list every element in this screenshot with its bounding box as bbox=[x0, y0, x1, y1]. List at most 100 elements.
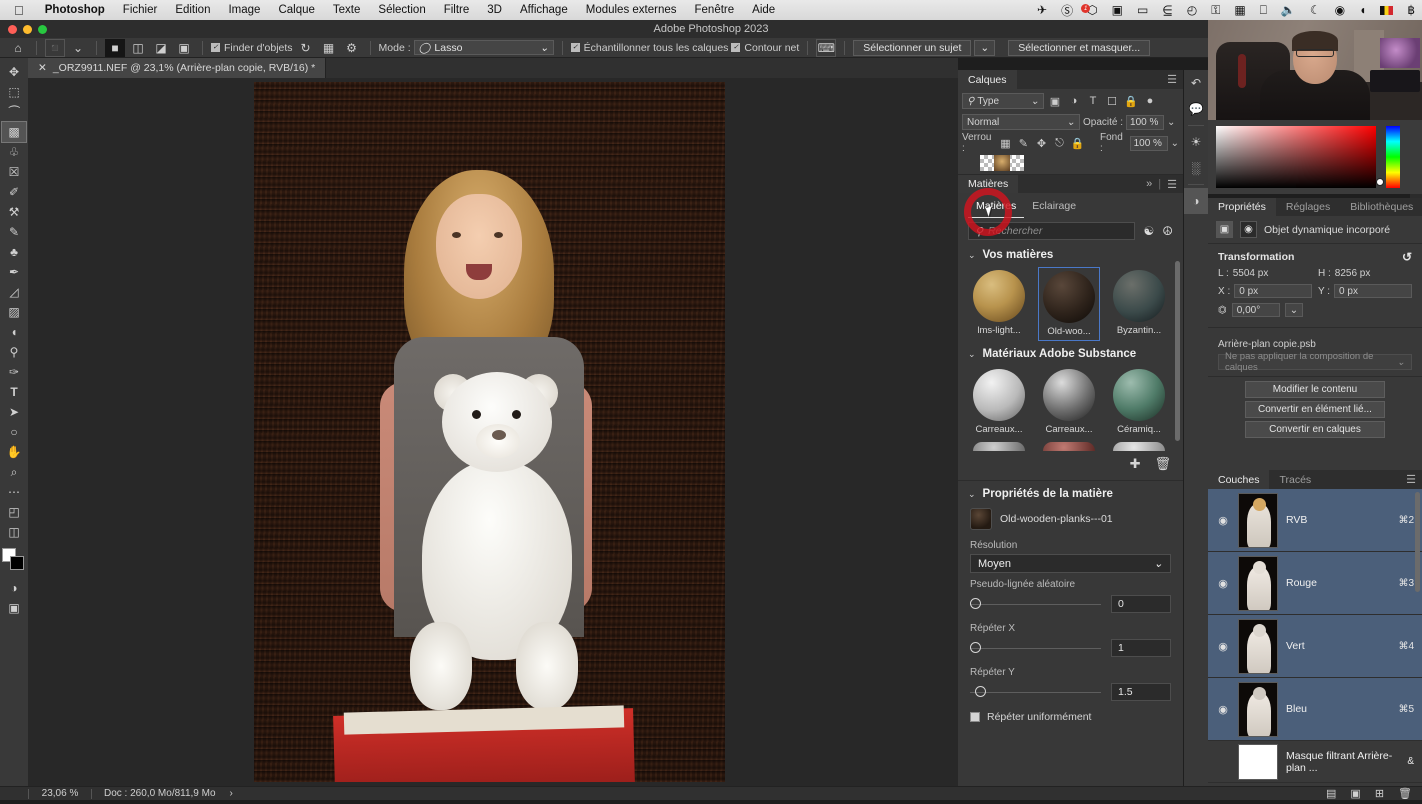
pixel-filter-icon[interactable]: ▣ bbox=[1047, 93, 1063, 109]
wifi-icon[interactable]: ◖ bbox=[1352, 3, 1373, 17]
menu-item-calque[interactable]: Calque bbox=[269, 4, 323, 16]
history-icon[interactable]: ↶ bbox=[1184, 70, 1208, 96]
random-seed-slider[interactable] bbox=[970, 597, 1101, 609]
section-header-vos-matieres[interactable]: ⌄ Vos matières bbox=[958, 242, 1183, 265]
object-finder-checkbox[interactable]: ✓ Finder d'objets bbox=[211, 42, 293, 54]
menu-item-filtre[interactable]: Filtre bbox=[435, 4, 479, 16]
tab-traces[interactable]: Tracés bbox=[1269, 470, 1321, 489]
new-channel-icon[interactable]: ⊞ bbox=[1375, 787, 1384, 800]
slider-knob[interactable] bbox=[975, 685, 986, 697]
moon-icon[interactable]: ☾ bbox=[1303, 3, 1328, 17]
convert-to-layers-button[interactable]: Convertir en calques bbox=[1245, 421, 1385, 438]
feedback-icon[interactable]: ⌨ bbox=[816, 38, 837, 57]
add-material-icon[interactable]: ✚ bbox=[1130, 456, 1141, 472]
uniform-repeat-checkbox[interactable]: Répéter uniformément bbox=[958, 705, 1183, 729]
control-center-icon[interactable]: ▦ bbox=[1227, 3, 1252, 17]
menu-item-affichage[interactable]: Affichage bbox=[511, 4, 577, 16]
hard-edge-checkbox[interactable]: ✓ Contour net bbox=[731, 42, 799, 54]
material-item[interactable]: Carreaux... bbox=[1038, 366, 1100, 438]
flag-icon[interactable] bbox=[1373, 5, 1400, 15]
color-marker[interactable] bbox=[1376, 178, 1384, 186]
panel-menu-icon[interactable]: ☰ bbox=[1167, 178, 1177, 191]
zoom-level[interactable]: 23,06 % bbox=[29, 788, 91, 799]
dropbox-icon[interactable]: ⬡ 1 bbox=[1080, 3, 1104, 17]
convert-to-linked-button[interactable]: Convertir en élément lié... bbox=[1245, 401, 1385, 418]
clock-icon[interactable]: ◴ bbox=[1180, 3, 1204, 17]
close-window-button[interactable] bbox=[8, 25, 17, 34]
eraser-tool[interactable]: ◿ bbox=[2, 282, 26, 302]
section-header-material-properties[interactable]: ⌄ Propriétés de la matière bbox=[958, 481, 1183, 504]
layer-comp-select[interactable]: Ne pas appliquer la composition de calqu… bbox=[1218, 351, 1412, 373]
screen-mode-toggle-icon[interactable]: ▣ bbox=[2, 598, 26, 618]
collapse-icon[interactable]: » bbox=[1146, 178, 1152, 190]
material-item[interactable] bbox=[968, 442, 1030, 454]
move-tool[interactable]: ✥ bbox=[2, 62, 26, 82]
materials-scrollbar[interactable] bbox=[1175, 261, 1180, 441]
menu-item-fichier[interactable]: Fichier bbox=[114, 4, 167, 16]
smart-object-icon[interactable]: ▣ bbox=[1216, 221, 1233, 238]
y-input[interactable]: 0 px bbox=[1334, 284, 1412, 298]
menu-item-modules-externes[interactable]: Modules externes bbox=[577, 4, 686, 16]
sample-all-layers-checkbox[interactable]: ✓ Échantillonner tous les calques bbox=[570, 42, 728, 54]
window-controls[interactable] bbox=[8, 25, 47, 34]
material-item[interactable] bbox=[1108, 442, 1170, 454]
layer-filter-select[interactable]: ⚲ Type ⌄ bbox=[962, 93, 1044, 109]
edit-contents-button[interactable]: Modifier le contenu bbox=[1245, 381, 1385, 398]
substance-add-icon[interactable]: ☮ bbox=[1162, 224, 1173, 238]
maximize-window-button[interactable] bbox=[38, 25, 47, 34]
hue-strip[interactable] bbox=[1386, 126, 1400, 188]
menu-item-selection[interactable]: Sélection bbox=[369, 4, 434, 16]
edit-toolbar-icon[interactable]: ◰ bbox=[2, 502, 26, 522]
load-selection-icon[interactable]: ▤ bbox=[1326, 787, 1336, 800]
add-to-selection-icon[interactable]: ◫ bbox=[128, 39, 148, 57]
random-seed-value[interactable]: 0 bbox=[1111, 595, 1171, 613]
channel-row-rvb[interactable]: ◉ RVB ⌘2 bbox=[1208, 489, 1422, 552]
frame-tool[interactable]: ☒ bbox=[2, 162, 26, 182]
delete-channel-icon[interactable]: 🗑 bbox=[1398, 787, 1412, 800]
healing-brush-tool[interactable]: ⚒ bbox=[2, 202, 26, 222]
status-expand-icon[interactable]: › bbox=[216, 788, 233, 799]
gradient-tool[interactable]: ▨ bbox=[2, 302, 26, 322]
ellipse-tool[interactable]: ○ bbox=[2, 422, 26, 442]
object-selection-tool[interactable]: ▩ bbox=[1, 121, 27, 143]
lock-image-icon[interactable]: ✎ bbox=[1016, 135, 1031, 151]
brush-tool[interactable]: ✎ bbox=[2, 222, 26, 242]
shape-filter-icon[interactable]: ☐ bbox=[1104, 93, 1120, 109]
menu-item-3d[interactable]: 3D bbox=[478, 4, 511, 16]
close-icon[interactable]: ✕ bbox=[38, 62, 47, 74]
histogram-icon[interactable]: ░ bbox=[1184, 155, 1208, 181]
airplay-icon[interactable]: ⎕ bbox=[1253, 3, 1274, 18]
blend-mode-select[interactable]: Normal ⌄ bbox=[962, 114, 1080, 130]
panel-menu-icon[interactable]: ☰ bbox=[1406, 470, 1422, 489]
channel-row-vert[interactable]: ◉ Vert ⌘4 bbox=[1208, 615, 1422, 678]
background-color-swatch[interactable] bbox=[10, 556, 24, 570]
menu-item-texte[interactable]: Texte bbox=[324, 4, 370, 16]
adjustments-icon[interactable]: ☀ bbox=[1184, 129, 1208, 155]
adjustment-filter-icon[interactable]: ◑ bbox=[1066, 93, 1082, 109]
home-icon[interactable]: ⌂ bbox=[8, 39, 28, 57]
mask-icon[interactable]: ◉ bbox=[1240, 221, 1257, 238]
tab-calques[interactable]: Calques bbox=[958, 70, 1017, 89]
menu-item-photoshop[interactable]: Photoshop bbox=[36, 4, 114, 16]
select-subject-button[interactable]: Sélectionner un sujet bbox=[853, 39, 972, 56]
slider-knob[interactable] bbox=[970, 597, 981, 609]
section-header-adobe-substance[interactable]: ⌄ Matériaux Adobe Substance bbox=[958, 341, 1183, 364]
show-objects-icon[interactable]: ▦ bbox=[319, 39, 339, 57]
substance-import-icon[interactable]: ☯ bbox=[1143, 224, 1154, 238]
crop-tool[interactable]: ♧ bbox=[2, 142, 26, 162]
select-subject-dropdown[interactable]: ⌄ bbox=[974, 39, 996, 56]
properties-icon[interactable]: ◑ bbox=[1184, 188, 1208, 214]
clipboard-icon[interactable]: ⋸ bbox=[1155, 3, 1179, 17]
tab-bibliotheques[interactable]: Bibliothèques bbox=[1340, 198, 1422, 216]
lock-all-icon[interactable]: 🔒 bbox=[1070, 135, 1085, 151]
lasso-tool[interactable]: ⏜ bbox=[2, 102, 26, 122]
foreground-background-swatches[interactable] bbox=[2, 548, 26, 572]
creative-cloud-icon[interactable]: Ⓢ bbox=[1054, 2, 1080, 19]
blur-tool[interactable]: ◖ bbox=[2, 322, 26, 342]
hand-tool[interactable]: ✋ bbox=[2, 442, 26, 462]
color-gradient-field[interactable] bbox=[1216, 126, 1376, 188]
visibility-icon[interactable]: ◉ bbox=[1216, 640, 1230, 653]
active-tool-preset-icon[interactable]: ◾ bbox=[45, 38, 65, 57]
visibility-icon[interactable]: ◉ bbox=[1216, 514, 1230, 527]
x-input[interactable]: 0 px bbox=[1234, 284, 1312, 298]
